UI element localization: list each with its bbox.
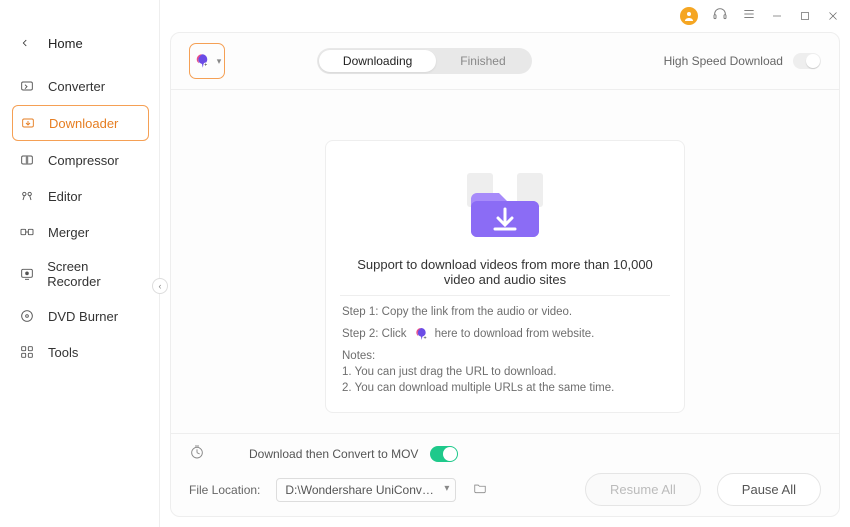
minimize-button[interactable] (770, 9, 784, 23)
converter-icon (18, 77, 36, 95)
svg-text:+: + (204, 63, 207, 69)
instructions: Step 1: Copy the link from the audio or … (340, 304, 670, 394)
empty-state-title: Support to download videos from more tha… (340, 257, 670, 287)
sidebar-item-compressor[interactable]: Compressor (12, 143, 149, 177)
sidebar-item-label: DVD Burner (48, 309, 118, 324)
clock-icon[interactable] (189, 444, 205, 463)
sidebar-item-merger[interactable]: Merger (12, 215, 149, 249)
step-1: Step 1: Copy the link from the audio or … (342, 306, 668, 318)
chevron-down-icon: ▾ (217, 56, 222, 67)
footer-row-1: Download then Convert to MOV (189, 444, 821, 463)
uniconverter-logo-icon: + (413, 326, 429, 342)
tab-downloading[interactable]: Downloading (319, 50, 436, 72)
sidebar: Home Converter Downloader Compressor Edi… (0, 0, 160, 527)
titlebar (680, 6, 840, 25)
uniconverter-logo-icon: + (193, 52, 211, 70)
sidebar-item-editor[interactable]: Editor (12, 179, 149, 213)
sidebar-item-label: Editor (48, 189, 82, 204)
notes-label: Notes: (342, 350, 668, 362)
high-speed-toggle[interactable] (793, 53, 821, 69)
hamburger-menu-icon[interactable] (742, 7, 756, 24)
back-label: Home (48, 36, 83, 51)
maximize-button[interactable] (798, 9, 812, 23)
nav-list: Converter Downloader Compressor Editor M… (0, 69, 159, 369)
tab-segment: Downloading Finished (317, 48, 532, 74)
sidebar-item-label: Tools (48, 345, 78, 360)
sidebar-item-burner[interactable]: DVD Burner (12, 299, 149, 333)
file-location-label: File Location: (189, 483, 260, 497)
sidebar-item-downloader[interactable]: Downloader (12, 105, 149, 141)
convert-label: Download then Convert to MOV (249, 447, 418, 461)
svg-text:+: + (423, 336, 426, 342)
tools-icon (18, 343, 36, 361)
high-speed-label: High Speed Download (664, 54, 783, 68)
sidebar-item-label: Downloader (49, 116, 118, 131)
file-location-select[interactable]: D:\Wondershare UniConverter 1 (276, 478, 456, 502)
support-icon[interactable] (712, 6, 728, 25)
compressor-icon (18, 151, 36, 169)
chevron-left-icon (20, 36, 30, 51)
note-2: 2. You can download multiple URLs at the… (342, 382, 668, 394)
close-button[interactable] (826, 9, 840, 23)
add-url-button[interactable]: + ▾ (189, 43, 225, 79)
resume-all-button[interactable]: Resume All (585, 473, 701, 506)
sidebar-item-label: Converter (48, 79, 105, 94)
editor-icon (18, 187, 36, 205)
merger-icon (18, 223, 36, 241)
folder-download-illustration (445, 163, 565, 243)
burner-icon (18, 307, 36, 325)
footer: Download then Convert to MOV File Locati… (171, 433, 839, 516)
main-header: + ▾ Downloading Finished High Speed Down… (171, 33, 839, 90)
sidebar-collapse-handle[interactable]: ‹ (152, 278, 168, 294)
main-body: Support to download videos from more tha… (171, 90, 839, 433)
downloader-icon (19, 114, 37, 132)
open-folder-icon[interactable] (472, 481, 488, 498)
sidebar-item-label: Merger (48, 225, 89, 240)
tab-finished[interactable]: Finished (436, 50, 529, 72)
high-speed-download: High Speed Download (664, 53, 821, 69)
user-avatar-icon[interactable] (680, 7, 698, 25)
back-home[interactable]: Home (0, 28, 159, 69)
footer-row-2: File Location: D:\Wondershare UniConvert… (189, 473, 821, 506)
pause-all-button[interactable]: Pause All (717, 473, 821, 506)
empty-state-card: Support to download videos from more tha… (325, 140, 685, 413)
sidebar-item-converter[interactable]: Converter (12, 69, 149, 103)
step-2: Step 2: Click + here to download from we… (342, 326, 668, 342)
main-panel: + ▾ Downloading Finished High Speed Down… (170, 32, 840, 517)
step2-part1: Step 2: Click (342, 328, 407, 340)
convert-toggle[interactable] (430, 446, 458, 462)
sidebar-item-recorder[interactable]: Screen Recorder (12, 251, 149, 297)
sidebar-item-label: Screen Recorder (47, 259, 141, 289)
recorder-icon (18, 265, 35, 283)
step2-part2: here to download from website. (435, 328, 595, 340)
note-1: 1. You can just drag the URL to download… (342, 366, 668, 378)
sidebar-item-label: Compressor (48, 153, 119, 168)
sidebar-item-tools[interactable]: Tools (12, 335, 149, 369)
